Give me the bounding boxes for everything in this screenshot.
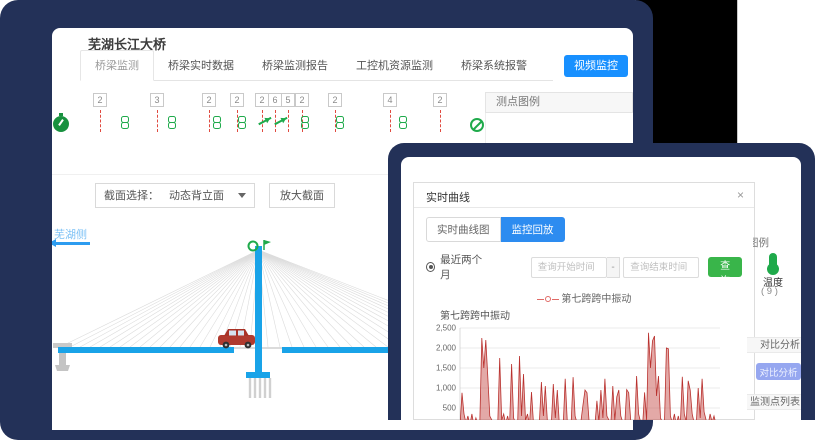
dialog-header: 实时曲线 × (414, 183, 754, 208)
chart-legend[interactable]: 第七跨跨中振动 (426, 290, 742, 305)
sensor-marker-line (275, 110, 276, 132)
sensor-marker-line (390, 110, 391, 132)
video-monitor-button[interactable]: 视频监控 (564, 55, 628, 77)
bearing-arrow-icon (258, 117, 271, 126)
dialog-tab-group: 实时曲线图监控回放 (426, 217, 742, 242)
svg-text:1,000: 1,000 (436, 384, 457, 393)
sensor-count-badge: 2 (93, 93, 107, 107)
chart-title: 第七跨跨中振动 (440, 307, 742, 322)
sensor-marker-line (157, 110, 158, 132)
bridge-tower (255, 246, 262, 372)
chain-link-icon[interactable] (167, 116, 177, 133)
chain-link-icon[interactable] (300, 116, 310, 133)
sensor-count-badge: 3 (150, 93, 164, 107)
dialog-tab-1[interactable]: 监控回放 (501, 217, 565, 242)
sensor-count-badge: 2 (202, 93, 216, 107)
sensor-count-badge: 2 (433, 93, 447, 107)
chain-link-icon[interactable] (212, 116, 222, 133)
main-tab-bar: 桥梁监测桥梁实时数据桥梁监测报告工控机资源监测桥梁系统报警 (80, 55, 553, 81)
svg-text:1,500: 1,500 (436, 364, 457, 373)
radio-recent-two-months[interactable] (426, 262, 435, 272)
thermometer-icon (769, 253, 777, 267)
svg-text:2,000: 2,000 (436, 344, 457, 353)
bridge-deck-left (58, 347, 234, 353)
chain-link-icon[interactable] (237, 116, 247, 133)
sensor-count-badge: 6 (268, 93, 282, 107)
range-separator: - (607, 257, 620, 278)
realtime-curve-dialog: 实时曲线 × 实时曲线图监控回放 最近两个月 - 查询 第七跨跨中振动 第七跨 (413, 182, 755, 420)
close-icon[interactable]: × (737, 188, 744, 202)
gauge-icon[interactable] (53, 116, 69, 132)
sensor-marker-line (440, 110, 441, 132)
chain-link-icon[interactable] (398, 116, 408, 133)
section-select-label: 截面选择： (104, 187, 159, 203)
sensor-marker-line (288, 110, 289, 132)
chevron-down-icon (238, 193, 246, 202)
chain-link-icon[interactable] (335, 116, 345, 133)
zoom-section-button[interactable]: 放大截面 (269, 183, 335, 208)
vibration-chart: 05001,0001,5002,0002,5002018-09-30 16:01… (426, 322, 744, 420)
sensor-count-badge: 2 (295, 93, 309, 107)
bridge-tower-crossbeam (246, 372, 270, 378)
ban-icon[interactable] (470, 118, 484, 132)
section-select-row: 截面选择： 动态背立面 放大截面 (95, 182, 335, 208)
section-select[interactable]: 截面选择： 动态背立面 (95, 183, 255, 208)
legend-line-icon (537, 299, 544, 300)
compare-analysis-button[interactable]: 对比分析 (756, 363, 801, 380)
main-tab-3[interactable]: 工控机资源监测 (342, 51, 447, 80)
legend-label: 第七跨跨中振动 (561, 294, 631, 305)
overlay-page: 实时曲线 × 实时曲线图监控回放 最近两个月 - 查询 第七跨跨中振动 第七跨 (401, 157, 801, 420)
legend-line-icon (552, 299, 559, 300)
sensor-count-badge: 2 (328, 93, 342, 107)
bearing-arrow-icon (274, 117, 287, 126)
query-button[interactable]: 查询 (708, 257, 742, 277)
background-window-sliver (737, 0, 815, 150)
legend-circle-icon (545, 296, 551, 302)
svg-text:2,500: 2,500 (436, 324, 457, 333)
main-tab-2[interactable]: 桥梁监测报告 (248, 51, 342, 80)
main-tab-1[interactable]: 桥梁实时数据 (154, 51, 248, 80)
dialog-title: 实时曲线 (426, 189, 470, 205)
dialog-tab-0[interactable]: 实时曲线图 (426, 217, 501, 242)
temperature-count: ( 9 ) (761, 286, 778, 297)
section-select-value: 动态背立面 (169, 187, 224, 203)
sensor-count-badge: 4 (383, 93, 397, 107)
query-end-time-input[interactable] (623, 257, 699, 278)
sensor-marker-line (209, 110, 210, 132)
radio-label: 最近两个月 (440, 252, 487, 282)
sensor-count-badge: 5 (281, 93, 295, 107)
sidebar-legend-title: 测点图例 (753, 235, 769, 250)
car (218, 329, 255, 348)
monitor-points-header: 监测点列表 (747, 394, 801, 410)
svg-text:500: 500 (443, 404, 457, 413)
main-tab-0[interactable]: 桥梁监测 (80, 50, 154, 81)
query-start-time-input[interactable] (531, 257, 607, 278)
main-tab-4[interactable]: 桥梁系统报警 (447, 51, 541, 80)
sensor-count-badge: 2 (230, 93, 244, 107)
compare-analysis-header: 对比分析 (747, 337, 801, 353)
sensor-count-badge: 2 (255, 93, 269, 107)
overlay-window: 实时曲线 × 实时曲线图监控回放 最近两个月 - 查询 第七跨跨中振动 第七跨 (388, 143, 815, 420)
dialog-body: 实时曲线图监控回放 最近两个月 - 查询 第七跨跨中振动 第七跨跨中振动 050… (414, 208, 754, 420)
bridge-tower-piles (250, 378, 270, 398)
sensor-marker-line (100, 110, 101, 132)
query-controls: 最近两个月 - 查询 (426, 252, 742, 282)
chain-link-icon[interactable] (120, 116, 130, 133)
legend-panel-header: 测点图例 (485, 92, 633, 113)
